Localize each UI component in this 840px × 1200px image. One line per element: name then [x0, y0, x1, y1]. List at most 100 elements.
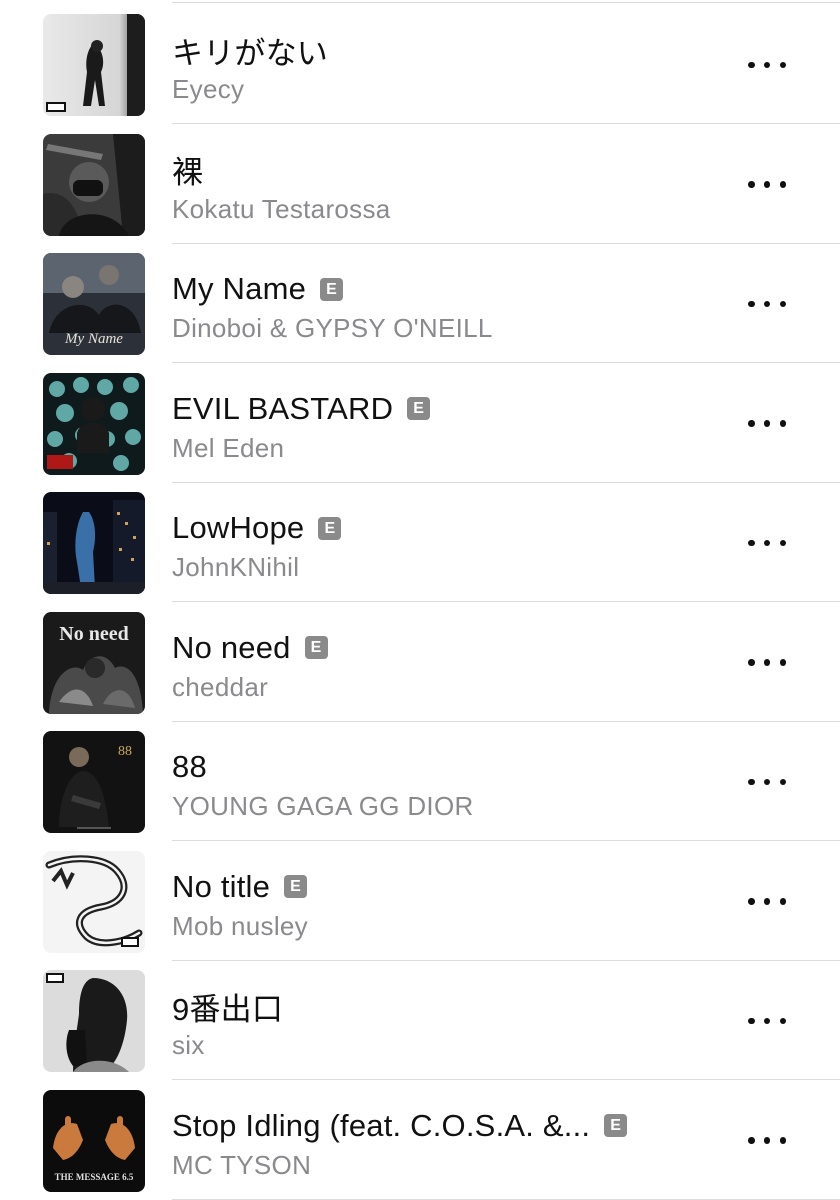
- track-artist: cheddar: [172, 671, 269, 702]
- dot-icon: [763, 659, 771, 666]
- album-art: [43, 970, 145, 1072]
- track-artist: Mel Eden: [172, 432, 285, 463]
- explicit-badge: E: [320, 277, 344, 301]
- track-artist: YOUNG GAGA GG DIOR: [172, 791, 474, 821]
- album-art: [43, 492, 145, 594]
- track-artist: MC TYSON: [172, 1149, 312, 1180]
- album-art: THE MESSAGE 6.5: [43, 1089, 145, 1192]
- album-art: 88: [43, 731, 145, 833]
- track-artist: JohnKNihil: [172, 552, 300, 582]
- dot-icon: [763, 181, 771, 188]
- dot-icon: [763, 539, 771, 547]
- track-artist: Eyecy: [172, 74, 245, 104]
- dot-icon: [763, 420, 771, 427]
- track-row[interactable]: No title E Mob nusley: [0, 841, 840, 961]
- dot-icon: [779, 539, 786, 547]
- track-title-text: My Name: [172, 271, 307, 306]
- track-artist: Mob nusley: [172, 910, 308, 941]
- track-row[interactable]: My Name My Name E Dinoboi & GYPSY O'NEIL…: [0, 243, 840, 363]
- more-options-button[interactable]: [748, 771, 786, 793]
- track-title-text: 9番出口: [172, 991, 284, 1027]
- dot-icon: [779, 659, 786, 666]
- dot-icon: [763, 778, 771, 786]
- divider: [172, 2, 840, 3]
- track-title-text: Stop Idling (feat. C.O.S.A. &...: [172, 1107, 591, 1143]
- track-title: 88: [172, 746, 207, 788]
- track-title: No need E: [172, 627, 328, 669]
- dot-icon: [779, 181, 786, 188]
- dot-icon: [748, 300, 755, 308]
- more-options-button[interactable]: [748, 1130, 786, 1152]
- dot-icon: [748, 659, 755, 666]
- track-artist: Dinoboi & GYPSY O'NEILL: [172, 313, 493, 343]
- album-art-text: No need: [59, 623, 128, 645]
- track-title-text: EVIL BASTARD: [172, 390, 394, 426]
- dot-icon: [763, 1017, 771, 1025]
- track-list: キリがない Eyecy 裸 Kokatu Testarossa My Name …: [0, 0, 840, 1200]
- track-title-text: No title: [172, 868, 271, 904]
- track-title-text: 裸: [172, 155, 204, 190]
- more-options-button[interactable]: [748, 532, 786, 554]
- explicit-badge: E: [284, 875, 308, 898]
- more-options-button[interactable]: [748, 174, 786, 196]
- album-art: No need: [43, 611, 145, 714]
- track-title: My Name E: [172, 268, 344, 310]
- track-title: 裸: [172, 149, 203, 191]
- track-title: Stop Idling (feat. C.O.S.A. &... E: [172, 1105, 628, 1147]
- explicit-badge: E: [604, 1114, 628, 1137]
- dot-icon: [763, 1137, 771, 1144]
- track-title-text: No need: [172, 629, 291, 665]
- album-art-text: My Name: [64, 331, 123, 347]
- dot-icon: [763, 898, 771, 905]
- dot-icon: [748, 1017, 755, 1025]
- dot-icon: [779, 420, 786, 427]
- dot-icon: [779, 300, 786, 308]
- track-artist: six: [172, 1030, 205, 1060]
- track-title: No title E: [172, 866, 308, 908]
- more-options-button[interactable]: [748, 293, 786, 315]
- track-row[interactable]: キリがない Eyecy: [0, 4, 840, 124]
- track-row[interactable]: LowHope E JohnKNihil: [0, 482, 840, 602]
- track-row[interactable]: EVIL BASTARD E Mel Eden: [0, 363, 840, 483]
- dot-icon: [763, 300, 771, 308]
- divider: [172, 1198, 840, 1200]
- dot-icon: [779, 1017, 786, 1025]
- track-row[interactable]: 裸 Kokatu Testarossa: [0, 124, 840, 244]
- album-art: [43, 14, 145, 116]
- explicit-badge: E: [318, 516, 342, 540]
- dot-icon: [779, 898, 786, 905]
- dot-icon: [748, 898, 755, 905]
- dot-icon: [748, 778, 755, 786]
- track-row[interactable]: No need No need E cheddar: [0, 602, 840, 722]
- dot-icon: [748, 1137, 755, 1144]
- track-title: LowHope E: [172, 507, 342, 549]
- more-options-button[interactable]: [748, 413, 786, 435]
- more-options-button[interactable]: [748, 891, 786, 913]
- track-row[interactable]: THE MESSAGE 6.5 Stop Idling (feat. C.O.S…: [0, 1080, 840, 1200]
- track-title: EVIL BASTARD E: [172, 388, 431, 430]
- track-title-text: キリがない: [172, 35, 328, 71]
- explicit-badge: E: [407, 397, 431, 420]
- track-row[interactable]: 9番出口 six: [0, 960, 840, 1080]
- dot-icon: [763, 61, 771, 69]
- album-art-text: THE MESSAGE 6.5: [55, 1172, 134, 1182]
- album-art: My Name: [43, 253, 145, 355]
- album-art: [43, 372, 145, 475]
- dot-icon: [779, 1137, 786, 1144]
- dot-icon: [748, 420, 755, 427]
- more-options-button[interactable]: [748, 1010, 786, 1032]
- album-art: [43, 133, 145, 236]
- track-row[interactable]: 88 88 YOUNG GAGA GG DIOR: [0, 721, 840, 841]
- dot-icon: [779, 61, 786, 69]
- track-title: 9番出口: [172, 985, 283, 1027]
- track-title-text: 88: [172, 749, 207, 784]
- dot-icon: [748, 61, 755, 69]
- dot-icon: [779, 778, 786, 786]
- more-options-button[interactable]: [748, 652, 786, 674]
- more-options-button[interactable]: [748, 54, 786, 76]
- track-title: キリがない: [172, 29, 328, 71]
- track-artist: Kokatu Testarossa: [172, 193, 391, 224]
- explicit-badge: E: [304, 636, 328, 659]
- album-art: [43, 850, 145, 953]
- track-title-text: LowHope: [172, 510, 305, 545]
